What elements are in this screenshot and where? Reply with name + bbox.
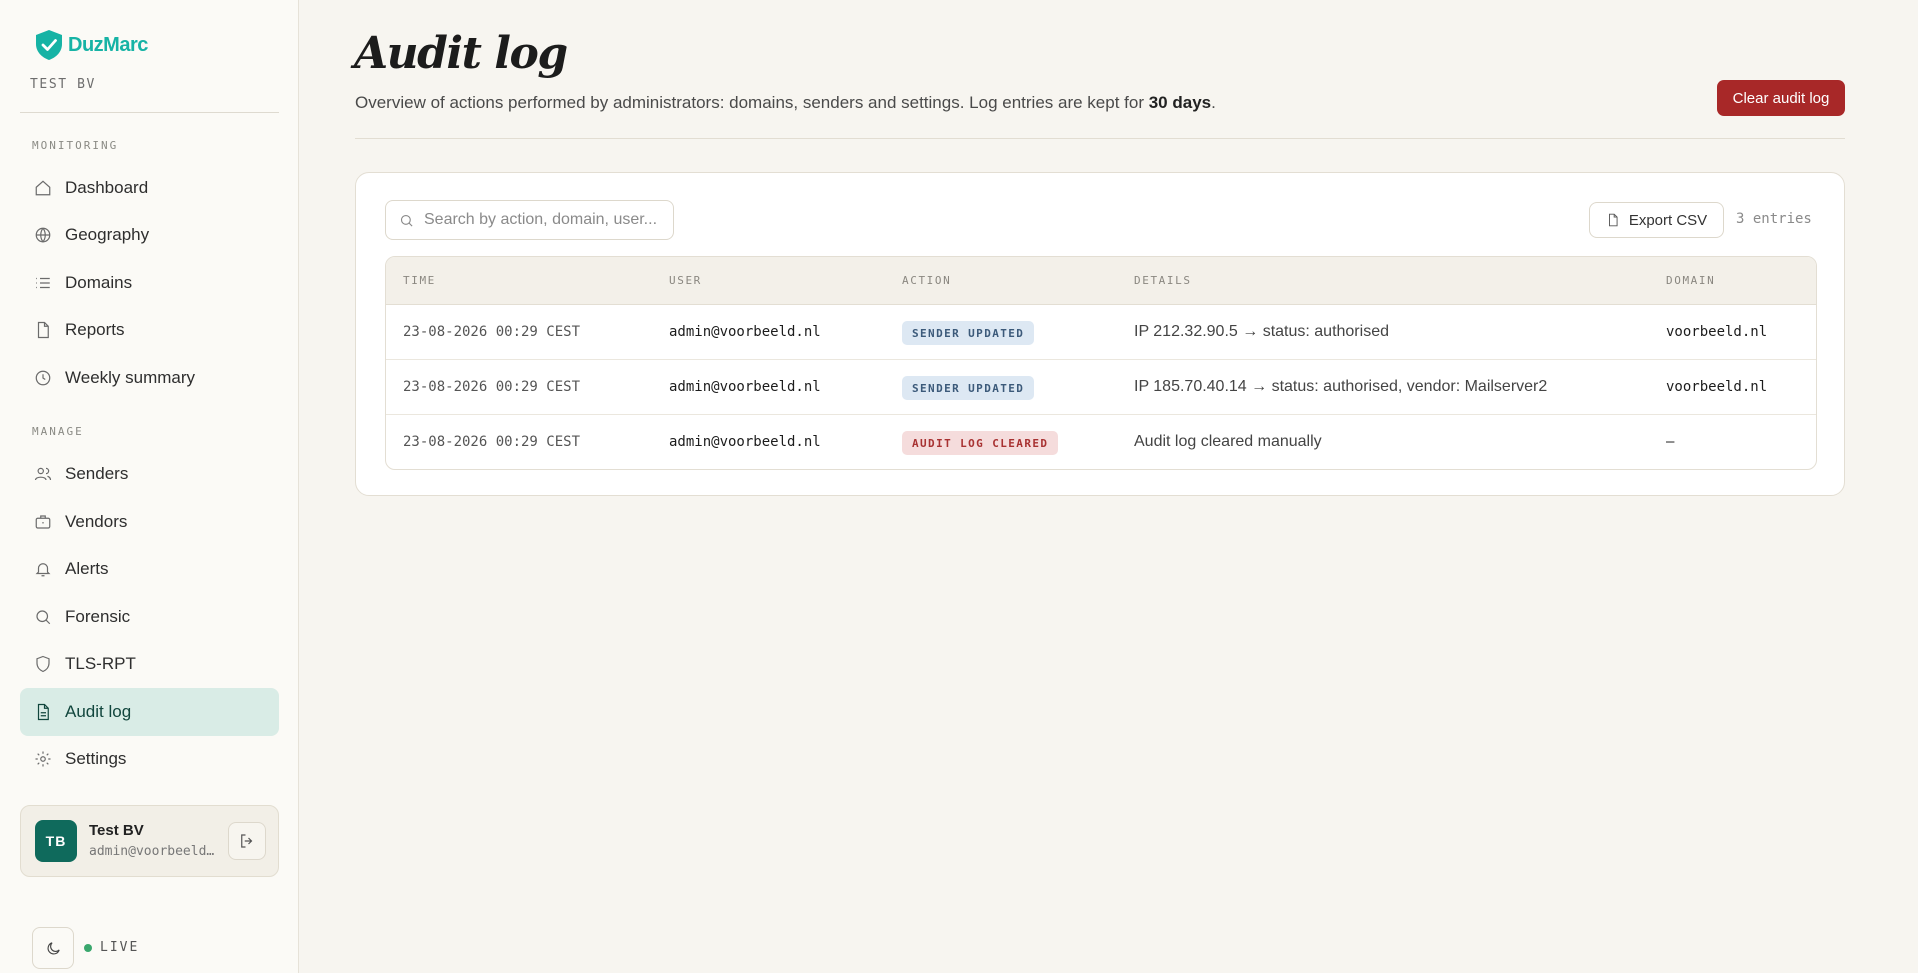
- sidebar-item-weekly-summary[interactable]: Weekly summary: [20, 354, 279, 402]
- clear-audit-log-button[interactable]: Clear audit log: [1717, 80, 1845, 116]
- column-header-time: TIME: [403, 274, 436, 287]
- audit-log-card: Export CSV 3 entries TIME USER ACTION DE…: [355, 172, 1845, 496]
- column-header-domain: DOMAIN: [1666, 274, 1716, 287]
- home-icon: [35, 180, 51, 196]
- briefcase-icon: [35, 515, 51, 529]
- user-email: admin@voorbeeld.nl: [89, 844, 219, 859]
- search-icon: [400, 214, 413, 227]
- document-text-icon: [37, 703, 49, 721]
- live-indicator: LIVE: [84, 940, 139, 955]
- sidebar-item-tls-rpt[interactable]: TLS-RPT: [20, 640, 279, 688]
- sidebar-item-label: Forensic: [65, 607, 131, 626]
- file-icon: [37, 321, 49, 339]
- action-badge: SENDER UPDATED: [902, 321, 1035, 345]
- search-box[interactable]: [385, 200, 674, 240]
- table-row[interactable]: 23-08-2026 00:29 CEST admin@voorbeeld.nl…: [386, 415, 1816, 469]
- sidebar-item-label: Geography: [65, 225, 150, 244]
- sidebar-item-label: Weekly summary: [65, 368, 196, 387]
- sidebar-item-dashboard[interactable]: Dashboard: [20, 164, 279, 212]
- table-row[interactable]: 23-08-2026 00:29 CEST admin@voorbeeld.nl…: [386, 305, 1816, 360]
- column-header-action: ACTION: [902, 274, 952, 287]
- action-badge: AUDIT LOG CLEARED: [902, 431, 1059, 455]
- sidebar-item-label: Audit log: [65, 702, 132, 721]
- sidebar-item-vendors[interactable]: Vendors: [20, 498, 279, 546]
- sidebar-item-label: TLS-RPT: [65, 654, 136, 673]
- sidebar-item-label: Reports: [65, 320, 125, 339]
- cell-domain: voorbeeld.nl: [1666, 379, 1768, 395]
- logout-button[interactable]: [228, 822, 266, 860]
- action-badge: SENDER UPDATED: [902, 376, 1035, 400]
- shield-icon: [36, 655, 50, 673]
- sidebar-item-domains[interactable]: Domains: [20, 259, 279, 307]
- cell-user: admin@voorbeeld.nl: [669, 434, 821, 450]
- audit-log-table: TIME USER ACTION DETAILS DOMAIN 23-08-20…: [385, 256, 1817, 470]
- cell-time: 23-08-2026 00:29 CEST: [403, 324, 581, 340]
- sidebar-item-reports[interactable]: Reports: [20, 306, 279, 354]
- sidebar-item-senders[interactable]: Senders: [20, 450, 279, 498]
- description-text: Overview of actions performed by adminis…: [355, 93, 1149, 112]
- column-header-details: DETAILS: [1134, 274, 1192, 287]
- cell-details: IP 212.32.90.5 → status: authorised: [1134, 323, 1389, 340]
- users-icon: [34, 467, 52, 481]
- export-csv-label: Export CSV: [1628, 211, 1708, 229]
- gear-icon: [35, 751, 51, 767]
- bell-icon: [35, 563, 51, 577]
- sidebar-item-audit-log[interactable]: Audit log: [20, 688, 279, 736]
- avatar: TB: [35, 820, 77, 862]
- cell-details: Audit log cleared manually: [1134, 433, 1322, 450]
- brand-name: DuzMarc: [68, 33, 148, 56]
- page-description: Overview of actions performed by adminis…: [355, 93, 1216, 113]
- shield-check-icon: [36, 30, 62, 60]
- organization-name: TEST BV: [30, 77, 96, 92]
- sidebar-item-geography[interactable]: Geography: [20, 211, 279, 259]
- globe-icon: [35, 227, 51, 243]
- sidebar-divider: [20, 112, 279, 113]
- list-icon: [36, 277, 50, 289]
- column-header-user: USER: [669, 274, 702, 287]
- cell-domain: voorbeeld.nl: [1666, 324, 1768, 340]
- live-label: LIVE: [100, 940, 140, 955]
- export-csv-button[interactable]: Export CSV: [1589, 202, 1724, 238]
- cell-domain: –: [1666, 434, 1675, 450]
- search-icon: [36, 610, 51, 625]
- logout-icon: [241, 834, 253, 848]
- sidebar-item-forensic[interactable]: Forensic: [20, 593, 279, 641]
- sidebar-item-settings[interactable]: Settings: [20, 735, 279, 783]
- sidebar-item-label: Alerts: [65, 559, 109, 578]
- cell-time: 23-08-2026 00:29 CEST: [403, 379, 581, 395]
- cell-user: admin@voorbeeld.nl: [669, 379, 821, 395]
- section-label-manage: MANAGE: [32, 425, 84, 438]
- table-row[interactable]: 23-08-2026 00:29 CEST admin@voorbeeld.nl…: [386, 360, 1816, 415]
- header-divider: [355, 138, 1845, 139]
- table-header: TIME USER ACTION DETAILS DOMAIN: [386, 257, 1816, 305]
- sidebar-item-alerts[interactable]: Alerts: [20, 545, 279, 593]
- clock-icon: [35, 370, 51, 386]
- description-suffix: .: [1211, 93, 1216, 112]
- sidebar-item-label: Settings: [65, 749, 127, 768]
- cell-time: 23-08-2026 00:29 CEST: [403, 434, 581, 450]
- sidebar-item-label: Dashboard: [65, 178, 149, 197]
- retention-period: 30 days: [1148, 93, 1212, 112]
- brand-logo[interactable]: DuzMarc: [34, 29, 148, 61]
- cell-details: IP 185.70.40.14 → status: authorised, ve…: [1134, 378, 1548, 395]
- theme-toggle-button[interactable]: [32, 927, 74, 969]
- file-icon: [1608, 213, 1618, 227]
- user-name: Test BV: [89, 822, 144, 839]
- moon-icon: [47, 941, 60, 954]
- search-input[interactable]: [424, 211, 664, 229]
- entries-count: 3 entries: [1736, 211, 1812, 227]
- user-card: TB Test BV admin@voorbeeld.nl: [20, 805, 279, 877]
- page-title: Audit log: [354, 28, 568, 79]
- sidebar-item-label: Senders: [65, 464, 129, 483]
- sidebar-item-label: Domains: [65, 273, 133, 292]
- section-label-monitoring: MONITORING: [32, 139, 119, 152]
- live-dot: [84, 943, 92, 952]
- sidebar-item-label: Vendors: [65, 512, 128, 531]
- cell-user: admin@voorbeeld.nl: [669, 324, 821, 340]
- sidebar: DuzMarc TEST BV MONITORING Dashboard Geo…: [0, 0, 299, 973]
